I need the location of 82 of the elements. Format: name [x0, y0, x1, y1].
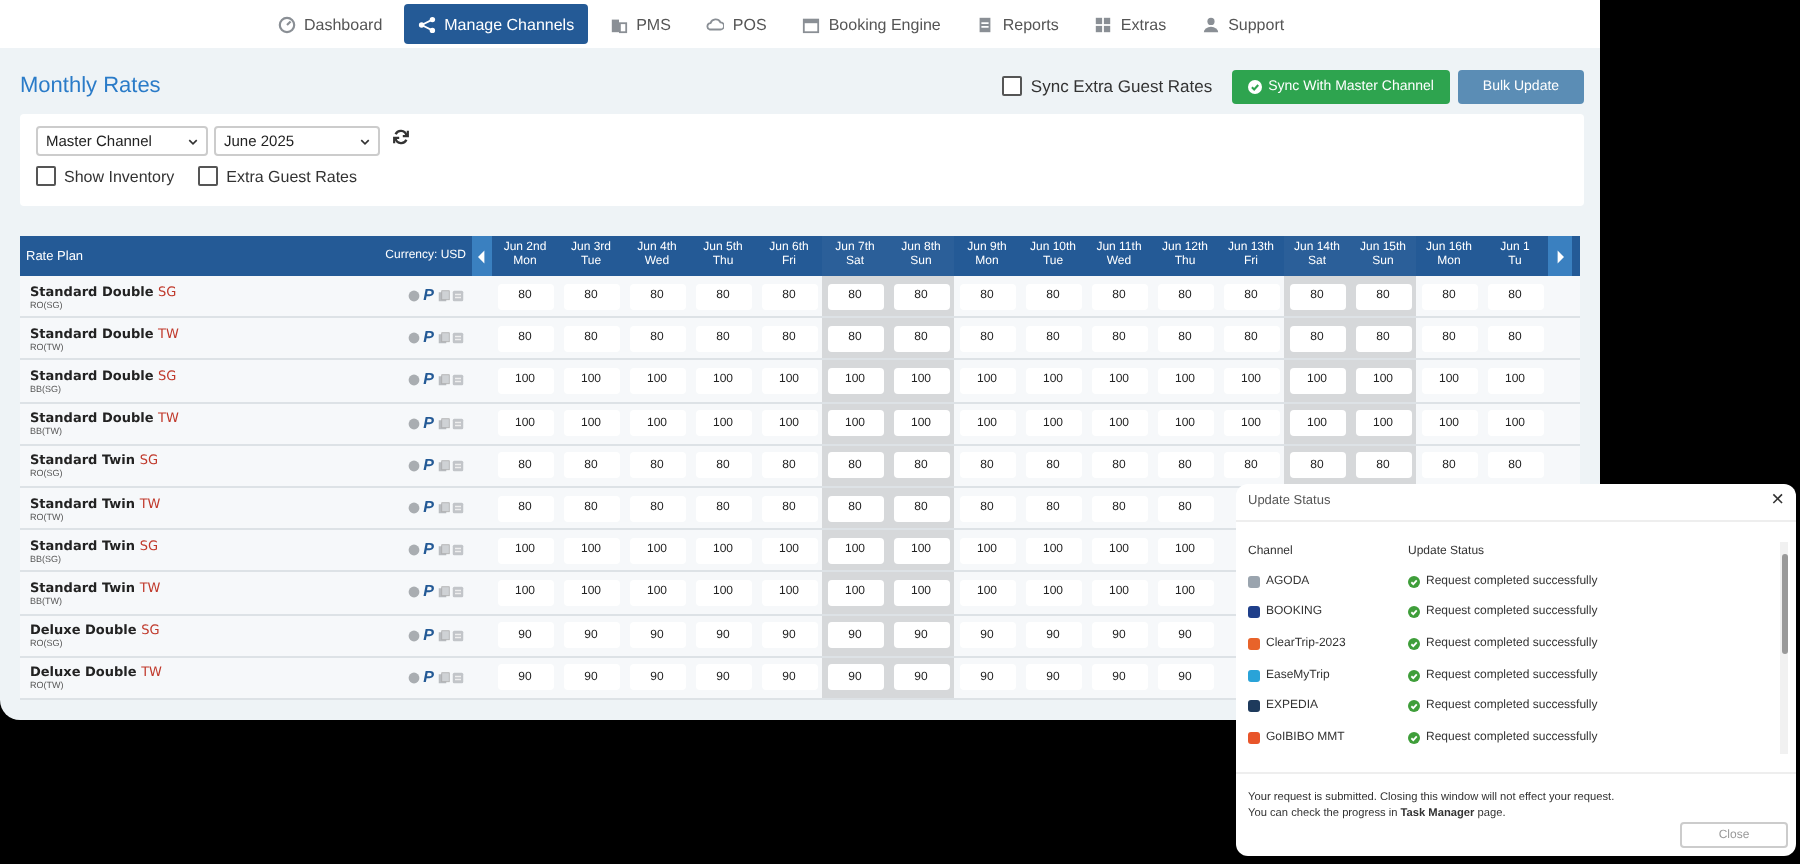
caret-icon [188, 137, 198, 145]
scrollbar[interactable] [1780, 541, 1788, 754]
copy-icon[interactable] [437, 459, 449, 472]
nav-tab[interactable]: Manage Channels [404, 4, 589, 44]
check-circle-icon [1408, 606, 1420, 619]
check-circle-icon [1408, 669, 1420, 682]
channel-logo-icon [1248, 637, 1260, 650]
channel-logo-icon [1248, 731, 1260, 744]
p-icon[interactable]: P [423, 372, 434, 389]
copy-icon[interactable] [437, 629, 449, 642]
extra-guest-checkbox[interactable]: Extra Guest Rates [198, 166, 357, 186]
channel-logo-icon [1248, 669, 1260, 682]
check-circle-icon [1408, 731, 1420, 744]
check-circle-icon [1408, 575, 1420, 588]
p-icon[interactable]: P [423, 584, 434, 601]
calendar-icon [802, 15, 821, 33]
share-icon [418, 15, 437, 33]
paste-icon[interactable] [452, 544, 464, 557]
paste-icon[interactable] [452, 290, 464, 303]
copy-icon[interactable] [437, 374, 449, 387]
nav-tab[interactable]: Extras [1080, 6, 1181, 42]
p-icon[interactable]: P [423, 542, 434, 559]
paste-icon[interactable] [452, 332, 464, 345]
p-icon[interactable]: P [423, 627, 434, 644]
refresh-icon[interactable] [392, 128, 410, 146]
circle-icon[interactable] [408, 332, 421, 345]
p-icon[interactable]: P [423, 415, 434, 432]
p-icon[interactable]: P [423, 500, 434, 517]
check-circle-icon [1408, 700, 1420, 713]
nav-tab[interactable]: POS [692, 6, 781, 42]
grid-icon [1094, 15, 1113, 33]
nav-tab[interactable]: PMS [596, 6, 685, 42]
person-icon [1202, 15, 1221, 33]
close-button[interactable]: × [1767, 490, 1788, 513]
left-arrow-icon [478, 249, 486, 263]
show-inventory-checkbox[interactable]: Show Inventory [36, 166, 175, 186]
channel-logo-icon [1248, 606, 1260, 619]
copy-icon[interactable] [437, 290, 449, 303]
copy-icon[interactable] [437, 502, 449, 515]
paste-icon[interactable] [452, 417, 464, 430]
caret-icon [360, 137, 370, 145]
paste-icon[interactable] [452, 502, 464, 515]
paste-icon[interactable] [452, 374, 464, 387]
previous-button[interactable] [472, 236, 492, 276]
nav-tab[interactable]: Dashboard [264, 6, 397, 42]
right-arrow-icon [1556, 249, 1564, 263]
p-icon[interactable]: P [423, 330, 434, 347]
circle-icon[interactable] [408, 417, 421, 430]
document-icon [976, 15, 995, 33]
copy-icon[interactable] [437, 671, 449, 684]
circle-icon[interactable] [408, 629, 421, 642]
circle-icon[interactable] [408, 671, 421, 684]
nav-tab[interactable]: Booking Engine [788, 6, 955, 42]
p-icon[interactable]: P [423, 669, 434, 686]
paste-icon[interactable] [452, 459, 464, 472]
channel-logo-icon [1248, 700, 1260, 713]
circle-icon[interactable] [408, 459, 421, 472]
paste-icon[interactable] [452, 629, 464, 642]
channel-logo-icon [1248, 575, 1260, 588]
p-icon[interactable]: P [423, 288, 434, 305]
cloud-icon [706, 15, 725, 33]
circle-icon[interactable] [408, 374, 421, 387]
copy-icon[interactable] [437, 332, 449, 345]
circle-icon[interactable] [408, 586, 421, 599]
sync-extra-checkbox[interactable]: Sync Extra Guest Rates [1002, 76, 1213, 96]
next-button[interactable] [1548, 236, 1572, 276]
nav-tab[interactable]: Support [1188, 6, 1299, 42]
copy-icon[interactable] [437, 417, 449, 430]
circle-icon[interactable] [408, 502, 421, 515]
circle-icon[interactable] [408, 544, 421, 557]
check-circle-icon [1408, 637, 1420, 650]
copy-icon[interactable] [437, 544, 449, 557]
paste-icon[interactable] [452, 586, 464, 599]
copy-icon[interactable] [437, 586, 449, 599]
building-icon [610, 15, 629, 33]
p-icon[interactable]: P [423, 457, 434, 474]
check-icon [1248, 79, 1263, 93]
page-title: Monthly Rates [20, 74, 161, 98]
paste-icon[interactable] [452, 671, 464, 684]
nav-tab[interactable]: Reports [962, 6, 1073, 42]
circle-icon[interactable] [408, 290, 421, 303]
dashboard-icon [278, 15, 296, 33]
